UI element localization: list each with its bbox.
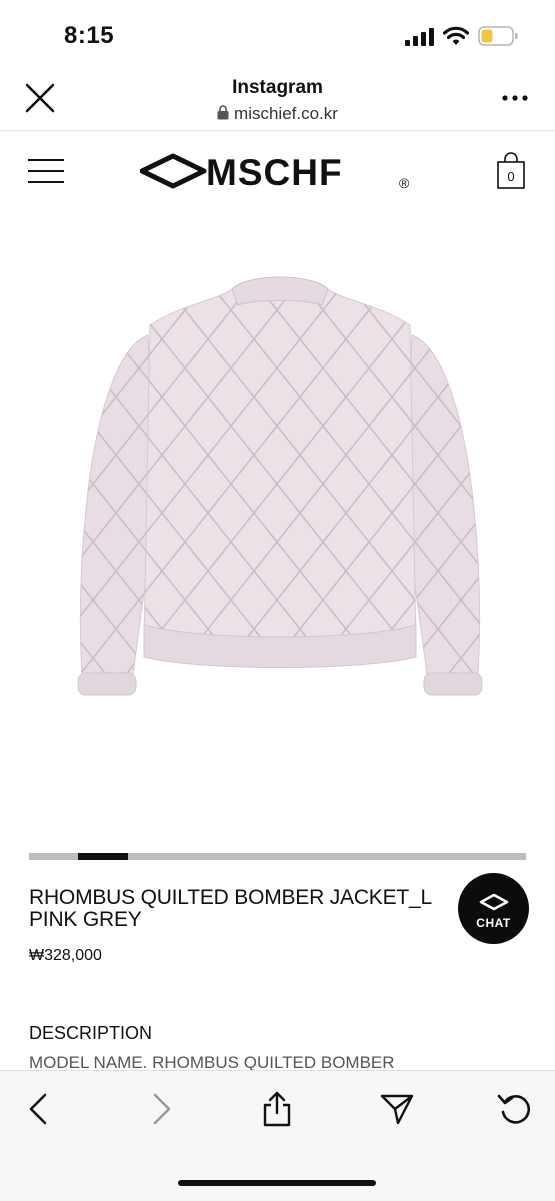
back-icon[interactable] bbox=[20, 1090, 60, 1128]
registered-mark: ® bbox=[399, 175, 410, 191]
battery-icon bbox=[478, 26, 518, 46]
header-title: Instagram bbox=[232, 77, 323, 98]
chat-button[interactable]: CHAT bbox=[458, 873, 529, 944]
product-name-line2: PINK GREY bbox=[29, 908, 142, 931]
mschf-logo[interactable]: MSCHF ® bbox=[140, 150, 415, 192]
forward-icon[interactable] bbox=[140, 1090, 180, 1128]
product-image[interactable] bbox=[60, 275, 500, 715]
wifi-icon bbox=[443, 26, 469, 45]
hamburger-menu-icon[interactable] bbox=[28, 158, 66, 184]
reload-icon[interactable] bbox=[495, 1090, 535, 1128]
product-price: ₩328,000 bbox=[29, 947, 102, 964]
url-text: mischief.co.kr bbox=[234, 104, 338, 123]
logo-diamond-icon bbox=[140, 153, 207, 189]
url-label[interactable]: mischief.co.kr bbox=[0, 104, 555, 124]
cart-count: 0 bbox=[507, 169, 514, 184]
cart-bag-icon[interactable]: 0 bbox=[496, 152, 526, 190]
logo-text: MSCHF bbox=[206, 152, 343, 192]
product-name: RHOMBUS QUILTED BOMBER JACKET_L PINK GRE… bbox=[29, 887, 469, 931]
home-indicator[interactable] bbox=[178, 1180, 376, 1186]
share-icon[interactable] bbox=[257, 1090, 297, 1128]
header-divider bbox=[0, 130, 555, 131]
lock-icon bbox=[217, 105, 229, 120]
cellular-signal-icon bbox=[405, 28, 434, 46]
image-slider-thumb[interactable] bbox=[78, 853, 128, 860]
status-time: 8:15 bbox=[64, 22, 115, 49]
product-name-line1: RHOMBUS QUILTED BOMBER JACKET_L bbox=[29, 886, 432, 909]
chat-label: CHAT bbox=[476, 916, 511, 930]
chat-diamond-icon bbox=[479, 893, 509, 911]
more-icon[interactable] bbox=[500, 93, 530, 103]
send-icon[interactable] bbox=[377, 1090, 417, 1128]
description-heading: DESCRIPTION bbox=[29, 1023, 153, 1043]
